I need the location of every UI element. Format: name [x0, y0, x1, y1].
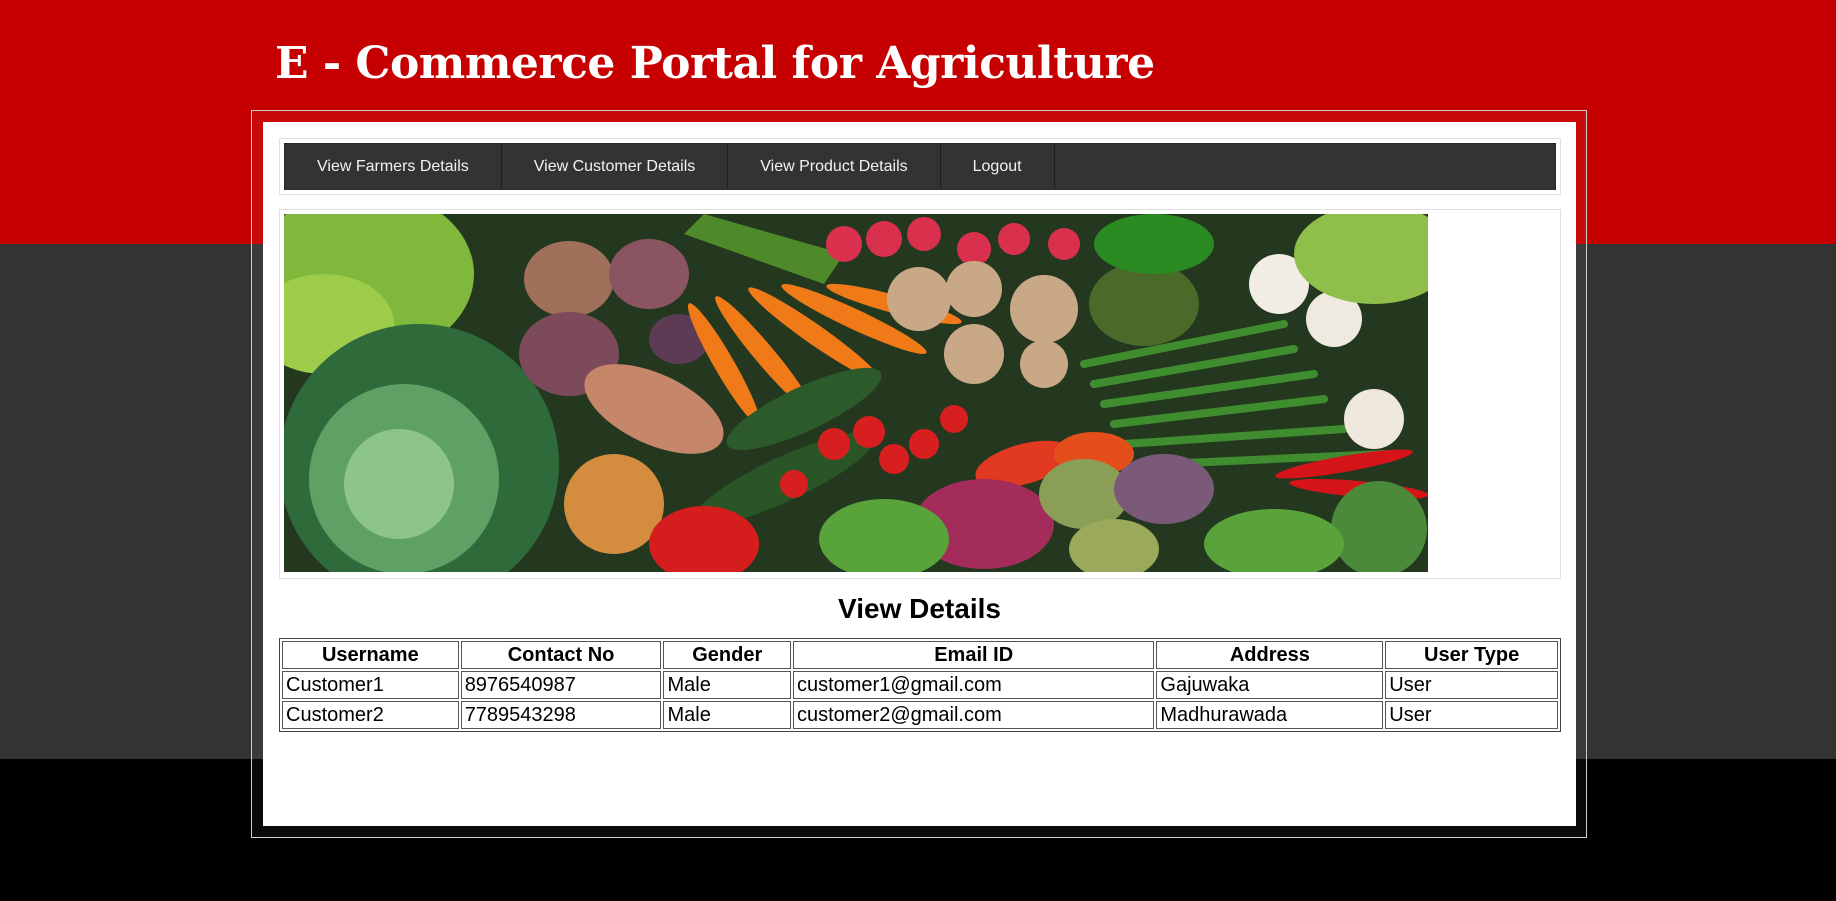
site-title: E - Commerce Portal for Agriculture [275, 38, 1155, 89]
page-heading: View Details [838, 593, 1001, 624]
cell-gender: Male [663, 701, 791, 729]
cell-gender: Male [663, 671, 791, 699]
col-header-contact-no: Contact No [460, 641, 662, 669]
cell-address: Madhurawada [1156, 701, 1384, 729]
nav-view-product-details[interactable]: View Product Details [728, 144, 941, 189]
table-header-row: Username Contact No Gender Email ID Addr… [282, 641, 1558, 669]
nav-view-customer-details[interactable]: View Customer Details [502, 144, 729, 189]
col-header-gender: Gender [663, 641, 791, 669]
cell-email-id: customer1@gmail.com [792, 671, 1155, 699]
vegetables-illustration [284, 214, 1428, 572]
table-row: Customer2 7789543298 Male customer2@gmai… [282, 701, 1558, 729]
col-header-address: Address [1156, 641, 1384, 669]
col-header-email-id: Email ID [792, 641, 1155, 669]
cell-contact-no: 7789543298 [460, 701, 662, 729]
cell-user-type: User [1385, 671, 1558, 699]
details-table-container: Username Contact No Gender Email ID Addr… [279, 638, 1561, 732]
col-header-username: Username [282, 641, 459, 669]
nav-container: View Farmers Details View Customer Detai… [279, 138, 1561, 195]
cell-address: Gajuwaka [1156, 671, 1384, 699]
main-content: View Farmers Details View Customer Detai… [263, 122, 1576, 826]
col-header-user-type: User Type [1385, 641, 1558, 669]
cell-username: Customer1 [282, 671, 459, 699]
nav-view-farmers-details[interactable]: View Farmers Details [285, 144, 502, 189]
nav-logout[interactable]: Logout [941, 144, 1055, 189]
vegetables-banner-image [284, 214, 1428, 572]
cell-user-type: User [1385, 701, 1558, 729]
details-table: Username Contact No Gender Email ID Addr… [279, 638, 1561, 732]
nav-bar: View Farmers Details View Customer Detai… [284, 143, 1556, 190]
cell-username: Customer2 [282, 701, 459, 729]
hero-banner-frame [279, 209, 1561, 579]
cell-contact-no: 8976540987 [460, 671, 662, 699]
table-row: Customer1 8976540987 Male customer1@gmai… [282, 671, 1558, 699]
cell-email-id: customer2@gmail.com [792, 701, 1155, 729]
